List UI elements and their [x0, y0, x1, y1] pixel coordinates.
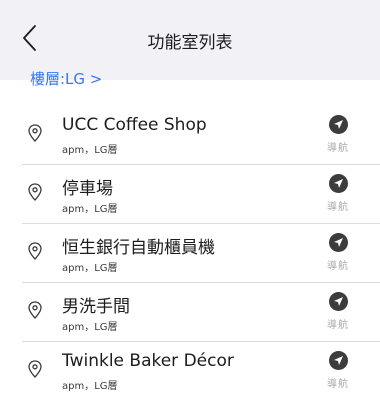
navigate-label: 導航 — [327, 143, 349, 154]
location-pin-icon — [28, 360, 42, 378]
item-title: 停車場 — [62, 179, 113, 199]
navigation-arrow-icon — [328, 233, 348, 252]
list-item[interactable]: Twinkle Baker Décor apm，LG層 導航 — [22, 342, 380, 394]
item-title: UCC Coffee Shop — [62, 115, 207, 135]
location-pin-icon — [28, 183, 42, 201]
navigate-button[interactable]: 導航 — [318, 115, 358, 157]
facility-list-screen: 功能室列表 樓層:LG > UCC Coffee Shop apm，LG層 導航 — [0, 0, 380, 394]
item-location: apm，LG層 — [62, 263, 118, 274]
facility-list: UCC Coffee Shop apm，LG層 導航 停車場 apm，LG層 導… — [0, 106, 380, 394]
location-pin-icon — [28, 124, 42, 142]
item-location: apm，LG層 — [62, 381, 118, 392]
navigate-button[interactable]: 導航 — [318, 292, 358, 334]
item-title: Twinkle Baker Décor — [62, 351, 234, 371]
list-item[interactable]: 停車場 apm，LG層 導航 — [22, 165, 380, 224]
navigate-label: 導航 — [327, 379, 349, 390]
navigate-button[interactable]: 導航 — [318, 174, 358, 216]
item-location: apm，LG層 — [62, 322, 118, 333]
item-title: 男洗手間 — [62, 297, 130, 317]
navigation-arrow-icon — [328, 115, 348, 134]
navigate-label: 導航 — [327, 261, 349, 272]
page-title: 功能室列表 — [147, 33, 233, 53]
location-pin-icon — [28, 301, 42, 319]
navigate-button[interactable]: 導航 — [318, 233, 358, 275]
navigation-arrow-icon — [328, 351, 348, 370]
navigation-arrow-icon — [328, 174, 348, 193]
location-pin-icon — [28, 242, 42, 260]
navigation-arrow-icon — [328, 292, 348, 311]
item-location: apm，LG層 — [62, 145, 118, 156]
navigate-button[interactable]: 導航 — [318, 351, 358, 393]
list-item[interactable]: 恒生銀行自動櫃員機 apm，LG層 導航 — [22, 224, 380, 283]
navigate-label: 導航 — [327, 320, 349, 331]
list-item[interactable]: UCC Coffee Shop apm，LG層 導航 — [22, 106, 380, 165]
list-item[interactable]: 男洗手間 apm，LG層 導航 — [22, 283, 380, 342]
item-title: 恒生銀行自動櫃員機 — [62, 238, 215, 258]
navigate-label: 導航 — [327, 202, 349, 213]
floor-selector[interactable]: 樓層:LG > — [30, 68, 102, 89]
navigation-bar: 功能室列表 樓層:LG > — [0, 0, 380, 88]
item-location: apm，LG層 — [62, 204, 118, 215]
